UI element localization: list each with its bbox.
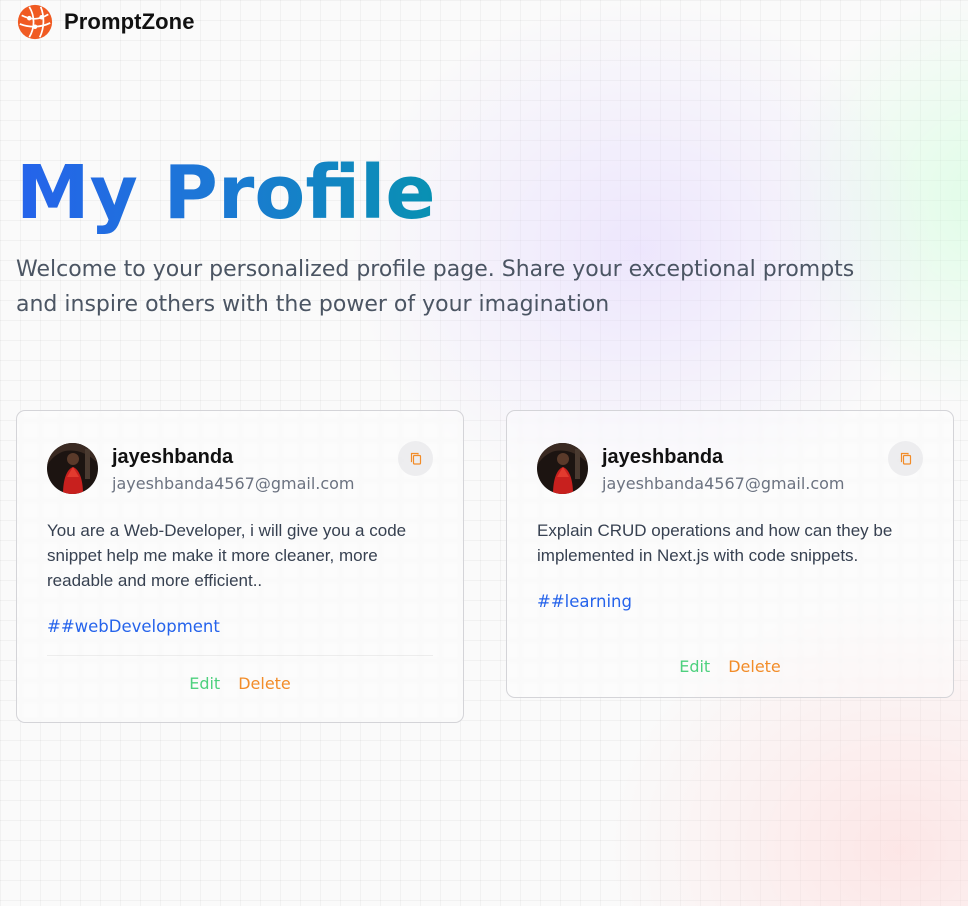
- prompt-text: Explain CRUD operations and how can they…: [537, 521, 893, 565]
- edit-button[interactable]: Edit: [679, 655, 710, 679]
- prompt-card: jayeshbanda jayeshbanda4567@gmail.com Ex…: [506, 410, 954, 698]
- prompt-tag[interactable]: ##webDevelopment: [47, 615, 433, 639]
- page-title: My Profile: [16, 150, 436, 236]
- avatar[interactable]: [47, 443, 98, 494]
- prompt-card: jayeshbanda jayeshbanda4567@gmail.com Yo…: [16, 410, 464, 723]
- copy-button[interactable]: [888, 441, 923, 476]
- divider: [47, 655, 433, 656]
- card-actions: Edit Delete: [47, 672, 433, 696]
- delete-button[interactable]: Delete: [238, 672, 291, 696]
- page-description: Welcome to your personalized profile pag…: [16, 257, 855, 317]
- navbar: PromptZone: [16, 2, 195, 42]
- user-email: jayeshbanda4567@gmail.com: [112, 474, 355, 493]
- user-info: jayeshbanda jayeshbanda4567@gmail.com: [602, 443, 845, 498]
- card-header: jayeshbanda jayeshbanda4567@gmail.com: [47, 441, 433, 498]
- user-info: jayeshbanda jayeshbanda4567@gmail.com: [112, 443, 355, 498]
- username[interactable]: jayeshbanda: [602, 444, 845, 470]
- card-header: jayeshbanda jayeshbanda4567@gmail.com: [537, 441, 923, 498]
- edit-button[interactable]: Edit: [189, 672, 220, 696]
- brand-name[interactable]: PromptZone: [64, 9, 195, 35]
- copy-icon: [410, 452, 421, 465]
- globe-network-logo-icon[interactable]: [16, 3, 54, 41]
- username[interactable]: jayeshbanda: [112, 444, 355, 470]
- avatar[interactable]: [537, 443, 588, 494]
- prompt-text: You are a Web-Developer, i will give you…: [47, 521, 407, 590]
- copy-icon: [900, 452, 911, 465]
- copy-button[interactable]: [398, 441, 433, 476]
- prompt-tag[interactable]: ##learning: [537, 590, 923, 614]
- delete-button[interactable]: Delete: [728, 655, 781, 679]
- user-email: jayeshbanda4567@gmail.com: [602, 474, 845, 493]
- card-actions: Edit Delete: [537, 655, 923, 679]
